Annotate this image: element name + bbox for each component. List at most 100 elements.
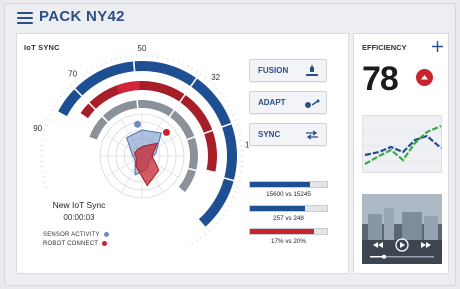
dial-tick xyxy=(59,95,63,99)
dial-tick xyxy=(215,222,218,225)
dial-tick xyxy=(204,232,207,236)
dial-tick xyxy=(46,119,50,121)
metric-bar-3-text: 17% vs 20% xyxy=(270,238,306,245)
dial-tick xyxy=(177,60,179,64)
robot-dot-icon xyxy=(102,241,108,246)
dial-tick-label: 90 xyxy=(33,124,42,133)
menu-icon[interactable] xyxy=(17,12,33,24)
dial-tick xyxy=(227,104,231,107)
dial-tick xyxy=(100,62,102,66)
metric-bar-2-text: 257 vs 248 xyxy=(273,215,304,222)
dial-tick xyxy=(95,65,98,68)
metric-bar-1-text: 15600 vs 15245 xyxy=(266,191,311,198)
dial-tick xyxy=(162,56,164,60)
trend-line-blue xyxy=(364,134,442,157)
dial-tick xyxy=(62,91,66,94)
adapt-button[interactable]: ADAPT xyxy=(249,91,327,114)
dial-tick xyxy=(237,129,241,131)
adapt-icon xyxy=(305,99,320,108)
dial-tick xyxy=(43,181,47,183)
dial-tick xyxy=(211,225,215,229)
sync-button-label: SYNC xyxy=(258,130,281,139)
dial-tick xyxy=(90,67,93,71)
dial-tick xyxy=(224,209,228,212)
fusion-button[interactable]: FUSION xyxy=(249,59,327,82)
dial-tick xyxy=(167,57,169,61)
dial-tick xyxy=(199,235,203,239)
dial-tick xyxy=(44,186,48,188)
dial-tick xyxy=(105,60,107,64)
dial-tick xyxy=(191,241,194,245)
dial-tick xyxy=(234,119,238,121)
dial-tick xyxy=(42,176,46,178)
dial-tick xyxy=(236,186,240,188)
video-player[interactable] xyxy=(362,194,442,264)
efficiency-panel: EFFICIENCY 78 xyxy=(353,33,449,274)
arrow-up-icon[interactable] xyxy=(416,69,433,86)
metric-bar-3 xyxy=(249,228,328,235)
adapt-button-label: ADAPT xyxy=(258,98,286,107)
plus-icon[interactable] xyxy=(432,41,443,52)
dial-tick xyxy=(221,95,225,99)
sync-button[interactable]: SYNC xyxy=(249,123,327,146)
dial-tick xyxy=(234,191,238,193)
sync-title: New IoT Sync xyxy=(52,200,106,210)
legend-robot-connect: ROBOT CONNECT xyxy=(43,241,108,247)
dial-tick xyxy=(191,67,194,71)
sync-timer: 00:00:03 xyxy=(63,213,95,222)
dial-tick xyxy=(43,129,47,131)
dial-tick xyxy=(110,58,112,62)
efficiency-value: 78 xyxy=(362,60,399,98)
fusion-icon xyxy=(306,65,318,76)
metric-bar-1-fill xyxy=(250,182,311,187)
dial-tick xyxy=(120,56,122,60)
app-frame: PACK NY42 IoT SYNC 9070503210 New IoT Sy… xyxy=(4,3,456,286)
dial-tick xyxy=(204,76,207,80)
dial-tick xyxy=(218,218,222,221)
dial-tick xyxy=(186,65,189,68)
dial-tick xyxy=(238,176,242,178)
dial-tick xyxy=(236,124,240,126)
dial-tick xyxy=(81,73,85,77)
efficiency-trend-chart xyxy=(362,115,443,173)
dial-tick xyxy=(230,200,233,203)
dial-tick xyxy=(195,70,198,74)
dial-tick xyxy=(227,205,231,208)
dial-tick xyxy=(230,109,233,112)
dial-tick xyxy=(232,196,236,198)
sensor-dot-icon xyxy=(103,232,109,237)
dial-tick xyxy=(42,134,46,136)
dial-tick xyxy=(48,114,52,116)
dial-tick xyxy=(237,181,241,183)
robot-dot xyxy=(162,128,170,136)
dial-tick xyxy=(221,213,225,217)
trend-line-green xyxy=(364,124,442,165)
metric-bar-1 xyxy=(249,181,328,188)
dial-tick xyxy=(232,114,236,116)
metric-bar-3-fill xyxy=(250,229,314,234)
dial-tick xyxy=(195,238,198,242)
sensor-dot xyxy=(134,120,142,128)
dial-tick xyxy=(66,87,69,90)
dial-tick xyxy=(208,80,211,83)
dial-tick xyxy=(86,70,89,74)
dial-tick xyxy=(211,83,215,87)
metric-bar-2 xyxy=(249,205,328,212)
iot-sync-panel: IoT SYNC 9070503210 New IoT Sync 00:00:0… xyxy=(16,33,349,274)
top-bar: PACK NY42 xyxy=(5,4,457,31)
dial-tick-label: 50 xyxy=(138,44,147,53)
dial-tick xyxy=(56,100,60,103)
dial-tick xyxy=(182,62,184,66)
fusion-button-label: FUSION xyxy=(258,66,289,75)
page-title: PACK NY42 xyxy=(39,8,125,25)
legend-sensor-activity: SENSOR ACTIVITY xyxy=(43,232,109,238)
dial-tick-label: 32 xyxy=(211,73,220,82)
dial-tick xyxy=(53,104,57,107)
dial-tick xyxy=(224,100,228,103)
dial-tick xyxy=(77,76,80,80)
dial-tick xyxy=(218,91,222,94)
dial-tick xyxy=(73,80,76,83)
dial-tick xyxy=(115,57,117,61)
sync-icon xyxy=(306,130,318,140)
dial-tick xyxy=(172,58,174,62)
